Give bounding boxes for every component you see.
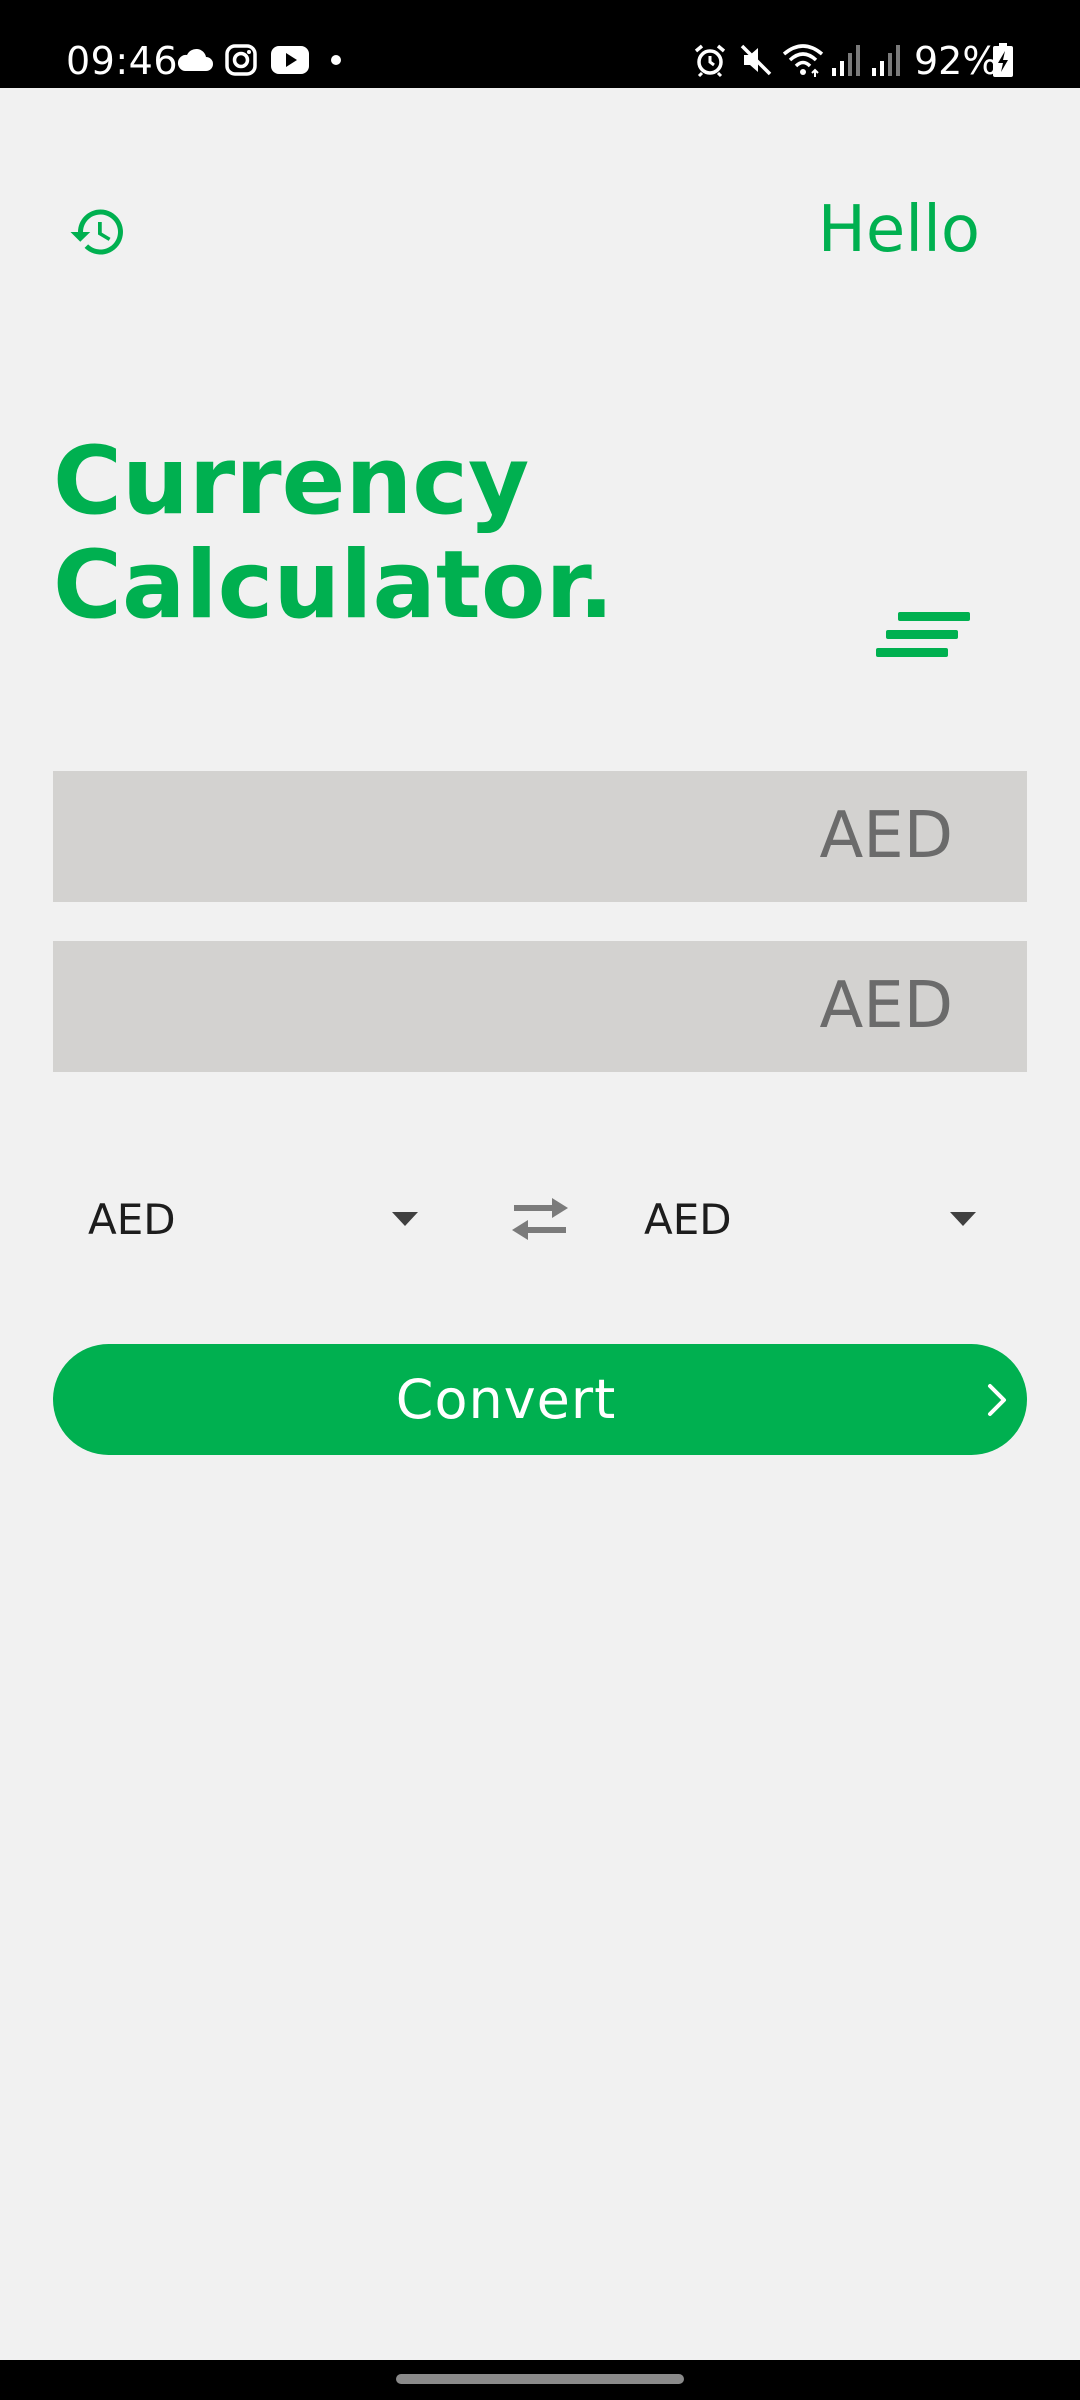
status-time: 09:46 — [66, 39, 179, 83]
from-currency-label: AED — [88, 1195, 176, 1244]
battery-percentage: 92% — [914, 39, 999, 83]
greeting-text: Hello — [817, 193, 980, 267]
signal-icon — [870, 38, 902, 82]
menu-icon — [898, 612, 970, 621]
notification-dot-icon — [330, 38, 342, 82]
instagram-icon — [224, 38, 258, 82]
home-gesture-handle[interactable] — [396, 2374, 684, 2384]
signal-icon — [830, 38, 862, 82]
to-currency-dropdown[interactable]: AED — [644, 1180, 984, 1260]
title-line-2: Calculator. — [53, 531, 615, 640]
amount-to-currency: AED — [819, 969, 954, 1043]
navigation-bar — [0, 2360, 1080, 2400]
convert-label: Convert — [395, 1368, 617, 1431]
amount-from-field[interactable]: AED — [53, 771, 1027, 904]
to-currency-label: AED — [644, 1195, 732, 1244]
chevron-right-icon — [988, 1384, 1006, 1416]
amount-to-field[interactable]: AED — [53, 941, 1027, 1074]
swap-currencies-button[interactable] — [500, 1188, 580, 1248]
youtube-icon — [270, 38, 310, 82]
title-line-1: Currency — [53, 427, 530, 536]
history-icon — [70, 209, 123, 255]
convert-button[interactable]: Convert — [53, 1344, 1027, 1455]
wifi-icon — [782, 38, 824, 82]
amount-to-input[interactable] — [53, 941, 865, 1074]
dropdown-arrow-icon — [950, 1212, 976, 1226]
amount-from-input[interactable] — [53, 771, 865, 904]
history-button[interactable] — [62, 196, 134, 268]
status-bar: 09:46 92% — [0, 0, 1080, 88]
page-title: Currency Calculator. — [53, 430, 614, 638]
menu-button[interactable] — [872, 608, 972, 668]
dropdown-arrow-icon — [392, 1212, 418, 1226]
from-currency-dropdown[interactable]: AED — [88, 1180, 424, 1260]
battery-charging-icon — [992, 38, 1014, 82]
amount-from-currency: AED — [819, 799, 954, 873]
swap-arrows-icon — [512, 1198, 568, 1240]
alarm-icon — [692, 38, 728, 82]
mute-icon — [738, 38, 774, 82]
cloud-icon — [176, 38, 214, 82]
